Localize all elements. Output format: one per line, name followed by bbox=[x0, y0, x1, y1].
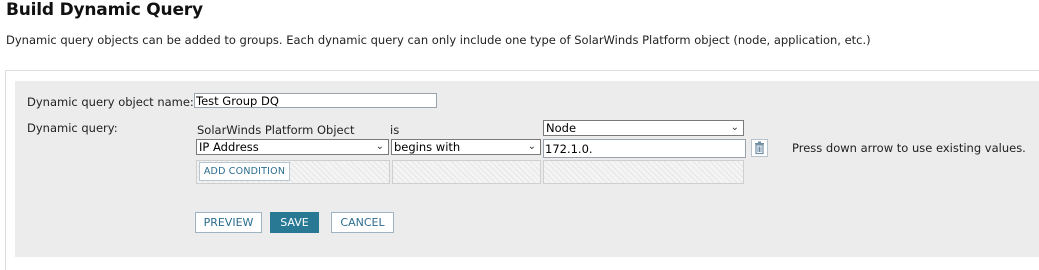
operator-column-header: is bbox=[390, 123, 400, 137]
query-name-input[interactable] bbox=[194, 93, 437, 108]
chevron-down-icon: ⌄ bbox=[375, 141, 384, 152]
page-title: Build Dynamic Query bbox=[6, 0, 203, 20]
page-description: Dynamic query objects can be added to gr… bbox=[6, 33, 871, 47]
preview-button[interactable]: PREVIEW bbox=[195, 212, 262, 233]
hint-text: Press down arrow to use existing values. bbox=[792, 141, 1026, 155]
chevron-down-icon: ⌄ bbox=[527, 141, 536, 152]
object-type-select[interactable]: Node ⌄ bbox=[543, 120, 744, 136]
delete-condition-button[interactable] bbox=[751, 139, 768, 157]
save-button[interactable]: SAVE bbox=[270, 212, 319, 233]
object-type-value: Node bbox=[546, 121, 577, 135]
name-label: Dynamic query object name: bbox=[27, 95, 194, 109]
condition-field-value: IP Address bbox=[199, 140, 259, 154]
trash-icon bbox=[755, 141, 764, 155]
cancel-button[interactable]: CANCEL bbox=[331, 212, 394, 233]
chevron-down-icon: ⌄ bbox=[730, 122, 739, 133]
dynamic-query-label: Dynamic query: bbox=[27, 121, 118, 135]
condition-operator-select[interactable]: begins with ⌄ bbox=[391, 139, 541, 155]
empty-value-cell bbox=[543, 160, 744, 184]
empty-operator-cell bbox=[392, 160, 541, 184]
object-column-header: SolarWinds Platform Object bbox=[197, 123, 355, 137]
condition-field-select[interactable]: IP Address ⌄ bbox=[196, 139, 389, 155]
add-condition-button[interactable]: ADD CONDITION bbox=[199, 162, 290, 181]
condition-operator-value: begins with bbox=[394, 140, 461, 154]
condition-value-input[interactable] bbox=[543, 139, 746, 158]
